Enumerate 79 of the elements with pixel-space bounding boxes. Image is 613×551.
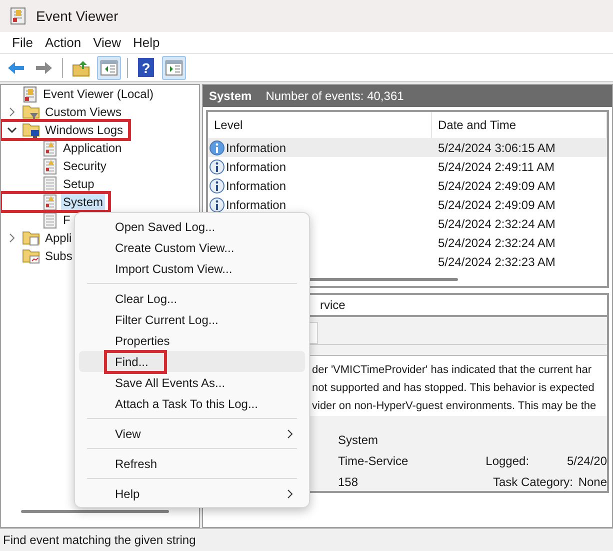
field-value: System bbox=[338, 432, 380, 450]
tree-item[interactable]: System bbox=[61, 193, 106, 211]
table-cell-text: 5/24/2024 2:32:23 AM bbox=[437, 254, 556, 270]
folder-up-icon bbox=[72, 58, 90, 76]
table-cell-text: Information bbox=[226, 140, 286, 156]
log-icon bbox=[42, 212, 58, 228]
table-cell-text: Information bbox=[226, 158, 286, 176]
toolbar-button[interactable] bbox=[97, 56, 121, 80]
tree-item[interactable]: Event Viewer (Local) bbox=[41, 85, 156, 103]
folder-icon bbox=[22, 229, 40, 247]
description-text: not supported and has stopped. This behavior is expected bbox=[312, 380, 596, 396]
tree-item[interactable]: Security bbox=[61, 157, 108, 175]
table-cell-text: 5/24/2024 2:49:09 AM bbox=[437, 196, 556, 214]
menu-item[interactable]: Filter Current Log... bbox=[79, 309, 305, 330]
menu-item[interactable]: Find... bbox=[79, 351, 305, 372]
menu-item[interactable]: Properties bbox=[79, 330, 305, 351]
chevron-right-icon bbox=[285, 428, 295, 440]
menu-item[interactable]: Clear Log... bbox=[79, 288, 305, 309]
window-title: Event Viewer bbox=[36, 6, 118, 26]
info-icon bbox=[209, 140, 225, 156]
table-cell-text: 5/24/2024 2:49:11 AM bbox=[437, 158, 555, 176]
menu-item[interactable]: File bbox=[6, 32, 39, 54]
table-cell-text: Information bbox=[226, 178, 286, 194]
tree-item[interactable]: Application bbox=[61, 139, 124, 157]
menu-item[interactable]: Attach a Task To this Log... bbox=[79, 393, 305, 414]
info-icon bbox=[209, 196, 225, 212]
tree-item[interactable]: Windows Logs bbox=[43, 121, 126, 139]
help-icon: ? bbox=[138, 58, 154, 77]
table-cell-text: Information bbox=[226, 196, 286, 214]
menu-item[interactable]: Action bbox=[38, 32, 88, 54]
tree-item[interactable]: Setup bbox=[61, 175, 96, 193]
tree-item[interactable]: F bbox=[61, 211, 72, 229]
log-icon bbox=[42, 140, 58, 156]
event-title: rvice bbox=[320, 296, 346, 314]
folder-icon bbox=[22, 247, 40, 265]
table-cell-text: 5/24/2024 2:32:24 AM bbox=[437, 234, 556, 252]
menu-item[interactable]: Open Saved Log... bbox=[79, 216, 305, 237]
folder-icon bbox=[22, 103, 40, 121]
chevron-right-icon bbox=[285, 488, 295, 500]
scrollbar[interactable] bbox=[21, 510, 169, 513]
menu-item[interactable]: Import Custom View... bbox=[79, 258, 305, 279]
tree-item[interactable]: Appli bbox=[43, 229, 74, 247]
scrollbar[interactable] bbox=[308, 278, 458, 281]
menu-item[interactable]: Refresh bbox=[79, 453, 305, 474]
field-value: Time-Service bbox=[338, 453, 410, 470]
field-label: Task Category: bbox=[492, 474, 574, 491]
tree-item[interactable]: Subs bbox=[43, 247, 74, 265]
field-label: Logged: bbox=[486, 453, 530, 470]
menu-item[interactable]: Create Custom View... bbox=[79, 237, 305, 258]
menu-item[interactable]: Help bbox=[127, 32, 166, 54]
field-value: 158 bbox=[338, 474, 360, 491]
description-text: vider on non-HyperV-guest environments. This may be the bbox=[312, 398, 598, 414]
event-log-icon bbox=[10, 7, 26, 25]
field-value: 5/24/20 bbox=[566, 453, 607, 470]
description-text: der 'VMICTimeProvider' has indicated that the current har bbox=[312, 362, 593, 378]
table-cell-text: 5/24/2024 3:06:15 AM bbox=[437, 140, 556, 156]
folder-icon bbox=[22, 121, 40, 139]
event-row[interactable]: Information 5/24/2024 3:06:15 AM bbox=[208, 138, 607, 157]
log-icon bbox=[42, 194, 58, 210]
toolbar-button[interactable]: ? bbox=[134, 56, 158, 80]
toolbar-button[interactable] bbox=[162, 56, 186, 80]
menu-item[interactable]: Save All Events As... bbox=[79, 372, 305, 393]
menu-item[interactable]: View bbox=[87, 32, 128, 54]
table-cell-text: 5/24/2024 2:49:09 AM bbox=[437, 178, 556, 194]
table-cell-text: 5/24/2024 2:32:24 AM bbox=[437, 216, 556, 232]
status-text: Find event matching the given string bbox=[3, 532, 196, 549]
field-value: None bbox=[578, 474, 607, 491]
annotation-box: Find... bbox=[107, 352, 164, 370]
menu-item[interactable]: Help bbox=[79, 483, 305, 504]
info-icon bbox=[209, 158, 225, 174]
log-name: System bbox=[209, 88, 252, 105]
info-icon bbox=[209, 178, 225, 194]
log-icon bbox=[42, 158, 58, 174]
tree-item[interactable]: Custom Views bbox=[43, 103, 124, 121]
event-count: Number of events: 40,361 bbox=[266, 88, 404, 105]
pane-toggle-icon bbox=[100, 58, 118, 76]
log-icon bbox=[42, 176, 58, 192]
menu-item[interactable]: View bbox=[79, 423, 305, 444]
pane-toggle-icon bbox=[165, 58, 183, 76]
